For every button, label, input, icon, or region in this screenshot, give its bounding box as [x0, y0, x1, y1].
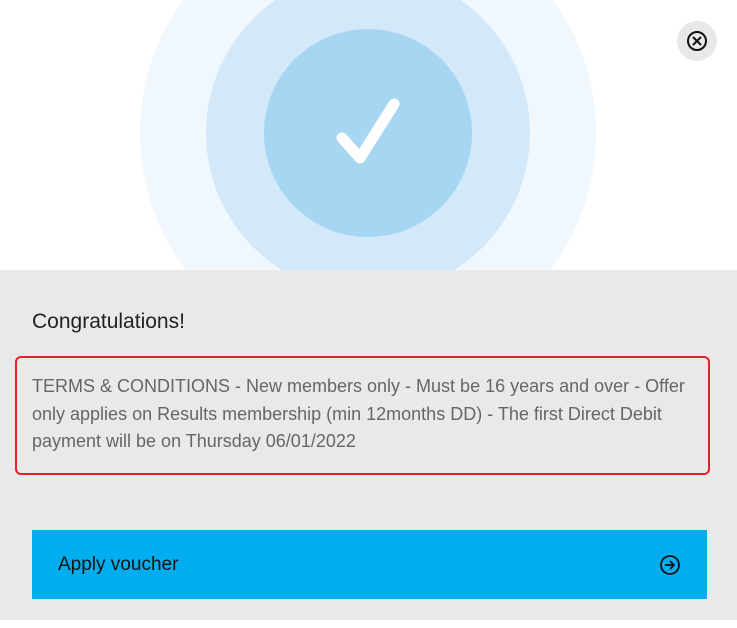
- dialog-content: Congratulations! TERMS & CONDITIONS - Ne…: [0, 270, 737, 628]
- close-button[interactable]: [677, 21, 717, 61]
- checkmark-icon: [336, 98, 400, 164]
- success-hero: [0, 0, 737, 270]
- arrow-right-circle-icon: [660, 554, 680, 575]
- close-icon: [687, 31, 707, 51]
- dialog-title: Congratulations!: [32, 310, 185, 333]
- terms-and-conditions-text: TERMS & CONDITIONS - New members only - …: [15, 356, 710, 475]
- voucher-success-modal: Congratulations! TERMS & CONDITIONS - Ne…: [0, 0, 737, 628]
- bottom-edge: [0, 620, 737, 628]
- apply-voucher-button[interactable]: Apply voucher: [32, 530, 707, 599]
- apply-voucher-label: Apply voucher: [58, 553, 179, 575]
